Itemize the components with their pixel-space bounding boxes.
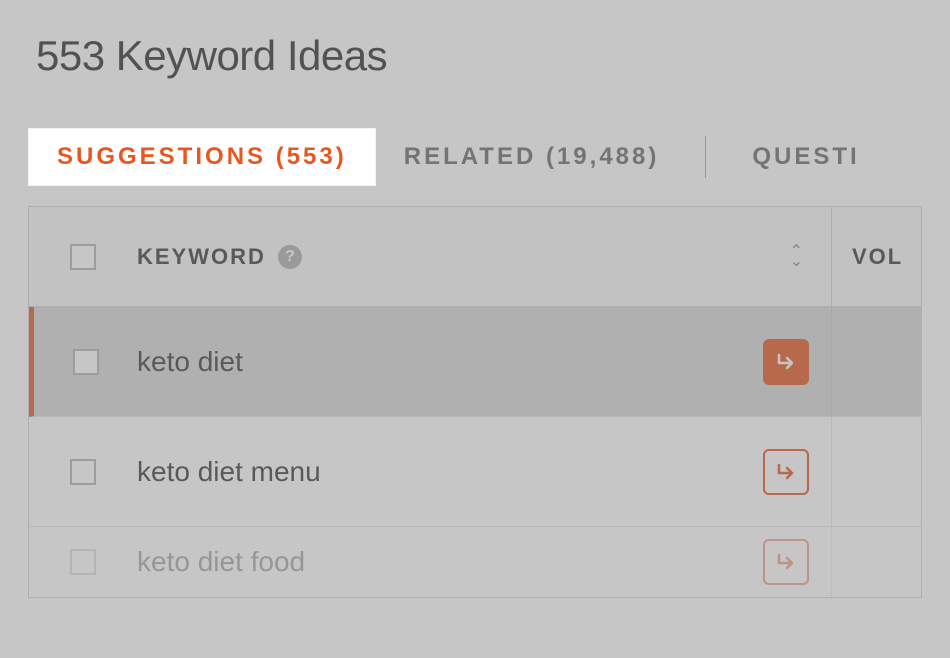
select-all-checkbox[interactable] — [70, 244, 96, 270]
keyword-column-label: KEYWORD — [137, 244, 266, 270]
expand-button[interactable] — [763, 339, 809, 385]
tab-divider — [705, 136, 706, 178]
row-checkbox[interactable] — [70, 549, 96, 575]
table-header: KEYWORD ? ⌃ ⌄ VOL — [29, 207, 921, 307]
keyword-table: KEYWORD ? ⌃ ⌄ VOL keto diet — [28, 206, 922, 598]
row-keyword-cell: keto diet food — [137, 546, 741, 578]
row-checkbox[interactable] — [73, 349, 99, 375]
table-row[interactable]: keto diet — [29, 307, 921, 417]
volume-column-label: VOL — [852, 244, 903, 270]
arrow-right-icon — [774, 350, 798, 374]
row-volume-cell — [831, 307, 921, 416]
row-keyword-cell: keto diet — [137, 346, 741, 378]
expand-button[interactable] — [763, 539, 809, 585]
keyword-text: keto diet food — [137, 546, 305, 578]
tab-questions-label: QUESTI — [752, 143, 859, 170]
tab-related[interactable]: RELATED (19,488) — [376, 129, 688, 185]
sort-icon[interactable]: ⌃ ⌄ — [790, 247, 803, 267]
row-volume-cell — [831, 527, 921, 597]
page-title: 553 Keyword Ideas — [0, 0, 950, 80]
table-row[interactable]: keto diet menu — [29, 417, 921, 527]
row-action-col — [741, 539, 831, 585]
keyword-text: keto diet — [137, 346, 243, 378]
tab-suggestions[interactable]: SUGGESTIONS (553) — [28, 128, 376, 186]
tab-suggestions-count: (553) — [276, 143, 347, 170]
arrow-right-icon — [774, 550, 798, 574]
row-checkbox[interactable] — [70, 459, 96, 485]
row-action-col — [741, 339, 831, 385]
row-checkbox-col — [34, 349, 137, 375]
tab-related-count: (19,488) — [546, 143, 659, 170]
tab-suggestions-label: SUGGESTIONS — [57, 143, 266, 170]
tab-related-label: RELATED — [404, 143, 537, 170]
row-checkbox-col — [29, 549, 137, 575]
table-row[interactable]: keto diet food — [29, 527, 921, 597]
row-checkbox-col — [29, 459, 137, 485]
tab-questions[interactable]: QUESTI — [724, 129, 887, 185]
row-keyword-cell: keto diet menu — [137, 456, 741, 488]
tabs-row: SUGGESTIONS (553) RELATED (19,488) QUEST… — [0, 128, 950, 186]
keyword-column-header[interactable]: KEYWORD ? ⌃ ⌄ — [137, 244, 831, 270]
keyword-text: keto diet menu — [137, 456, 321, 488]
row-volume-cell — [831, 417, 921, 526]
row-action-col — [741, 449, 831, 495]
arrow-right-icon — [774, 460, 798, 484]
chevron-down-icon: ⌄ — [790, 257, 803, 267]
volume-column-header[interactable]: VOL — [831, 207, 921, 306]
select-all-col — [29, 244, 137, 270]
help-icon[interactable]: ? — [278, 245, 302, 269]
expand-button[interactable] — [763, 449, 809, 495]
